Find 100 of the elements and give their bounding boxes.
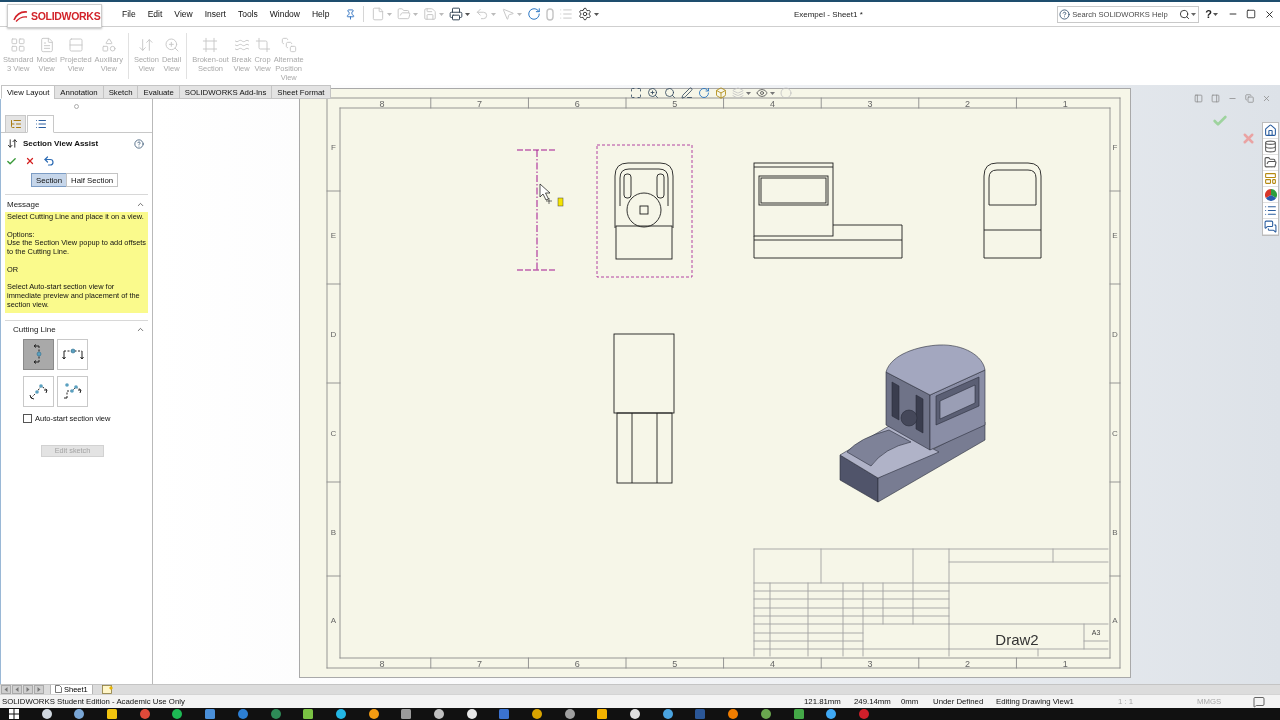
sheet-nav-icon[interactable] xyxy=(12,685,22,694)
panel-tab[interactable] xyxy=(5,115,26,133)
message-icon[interactable] xyxy=(1253,695,1265,708)
sheet-nav-icon[interactable] xyxy=(23,685,33,694)
zone-label: 6 xyxy=(574,99,580,109)
app-icon[interactable] xyxy=(303,709,314,719)
arrows-icon xyxy=(138,37,155,53)
menu-item[interactable]: File xyxy=(116,9,142,19)
refresh-icon[interactable] xyxy=(527,7,542,21)
zoom-fit-icon[interactable] xyxy=(630,87,642,99)
help-button[interactable]: ? xyxy=(1204,8,1213,20)
pen-icon[interactable] xyxy=(681,87,693,99)
sheet-nav-icon[interactable] xyxy=(34,685,44,694)
app-icon[interactable] xyxy=(760,709,771,719)
logo-text: SOLIDWORKS xyxy=(31,10,101,22)
settings-icon[interactable] xyxy=(578,7,593,21)
logo-mark-icon xyxy=(13,10,28,22)
menu-item[interactable]: Edit xyxy=(141,9,169,19)
frame-icon xyxy=(202,37,219,53)
resize-handle-icon[interactable] xyxy=(74,103,79,109)
caret-icon[interactable] xyxy=(465,12,471,16)
zoom-in-icon[interactable] xyxy=(647,87,659,99)
zone-label: 7 xyxy=(477,99,483,109)
app-icon[interactable] xyxy=(107,709,118,719)
app-icon[interactable] xyxy=(172,709,183,719)
close-icon[interactable] xyxy=(25,156,35,166)
eye-icon[interactable] xyxy=(756,87,768,99)
zone-label: 7 xyxy=(477,659,483,669)
app-icon[interactable] xyxy=(793,709,804,719)
color-ball-icon[interactable] xyxy=(1264,188,1277,201)
app-icon[interactable] xyxy=(401,709,412,719)
app-icon[interactable] xyxy=(41,709,52,719)
zone-label: 5 xyxy=(672,659,678,669)
app-icon[interactable] xyxy=(728,709,739,719)
app-icon[interactable] xyxy=(368,709,379,719)
zone-label: E xyxy=(1112,231,1118,240)
app-icon[interactable] xyxy=(532,709,542,719)
zone-label: 2 xyxy=(965,659,971,669)
app-icon[interactable] xyxy=(826,709,837,719)
app-icon[interactable] xyxy=(433,709,444,719)
list-icon xyxy=(34,118,47,130)
menu-item[interactable]: Insert xyxy=(198,9,232,19)
app-icon[interactable] xyxy=(466,709,477,719)
check-icon[interactable] xyxy=(6,155,17,167)
app-icon[interactable] xyxy=(335,709,346,719)
menu-item[interactable]: Window xyxy=(263,9,306,19)
maximize-icon[interactable] xyxy=(1246,9,1256,19)
undo-icon[interactable] xyxy=(43,155,55,167)
caret-icon[interactable] xyxy=(1213,12,1218,16)
folder-icon[interactable] xyxy=(1264,156,1277,169)
zone-label: 6 xyxy=(574,659,580,669)
layout-icon[interactable] xyxy=(1264,172,1277,185)
check-icon[interactable] xyxy=(1212,113,1228,129)
zone-label: 5 xyxy=(672,99,678,109)
sheet-nav-icon[interactable] xyxy=(1,685,11,694)
cursor-icon xyxy=(539,183,564,207)
new-sheet-icon[interactable] xyxy=(101,685,114,694)
caret-icon[interactable] xyxy=(1191,12,1197,16)
zone-label: B xyxy=(330,528,337,537)
zone-tick xyxy=(918,657,920,669)
cylinders-icon[interactable] xyxy=(1264,140,1277,153)
grid-icon xyxy=(10,37,27,53)
cube-icon[interactable] xyxy=(715,87,727,99)
checkbox[interactable] xyxy=(23,413,32,423)
pin-icon[interactable] xyxy=(345,8,357,20)
app-icon[interactable] xyxy=(662,709,673,719)
zone-label: F xyxy=(331,143,336,152)
close-icon[interactable] xyxy=(1264,8,1275,20)
stacked-squares-icon xyxy=(280,37,297,53)
cutting-line-option[interactable] xyxy=(57,338,88,370)
menu-item[interactable]: Help xyxy=(306,9,336,19)
cutting-line-option[interactable] xyxy=(57,375,88,407)
zone-label: F xyxy=(1112,143,1118,152)
caret-icon[interactable] xyxy=(746,91,751,95)
list-icon[interactable] xyxy=(1264,204,1277,217)
app-icon[interactable] xyxy=(630,709,641,719)
printer-icon[interactable] xyxy=(449,7,464,21)
zone-label: D xyxy=(1112,330,1118,339)
zone-label: 2 xyxy=(965,99,971,109)
cutting-line-option[interactable] xyxy=(23,338,54,370)
panel-tab[interactable] xyxy=(27,115,54,133)
windows-logo-icon[interactable] xyxy=(9,709,19,719)
zone-label: D xyxy=(330,330,337,339)
help-icon[interactable] xyxy=(1059,8,1071,20)
menu-item[interactable]: View xyxy=(168,9,199,19)
app-icon[interactable] xyxy=(74,709,85,719)
tree-list-icon xyxy=(9,118,22,130)
caret-icon[interactable] xyxy=(594,12,600,16)
menu-item[interactable]: Tools xyxy=(231,9,264,19)
app-icon[interactable] xyxy=(597,709,608,719)
cutting-line-option[interactable] xyxy=(23,375,54,407)
caret-icon[interactable] xyxy=(770,91,775,95)
home-icon[interactable] xyxy=(1264,124,1277,137)
magnifier-icon[interactable] xyxy=(664,87,676,99)
search-icon[interactable] xyxy=(1179,8,1191,20)
chat-icon[interactable] xyxy=(1264,220,1277,233)
rotate-icon[interactable] xyxy=(698,87,710,99)
arrows-icon xyxy=(7,138,18,149)
app-icon[interactable] xyxy=(564,709,575,719)
help-icon[interactable] xyxy=(134,138,144,149)
